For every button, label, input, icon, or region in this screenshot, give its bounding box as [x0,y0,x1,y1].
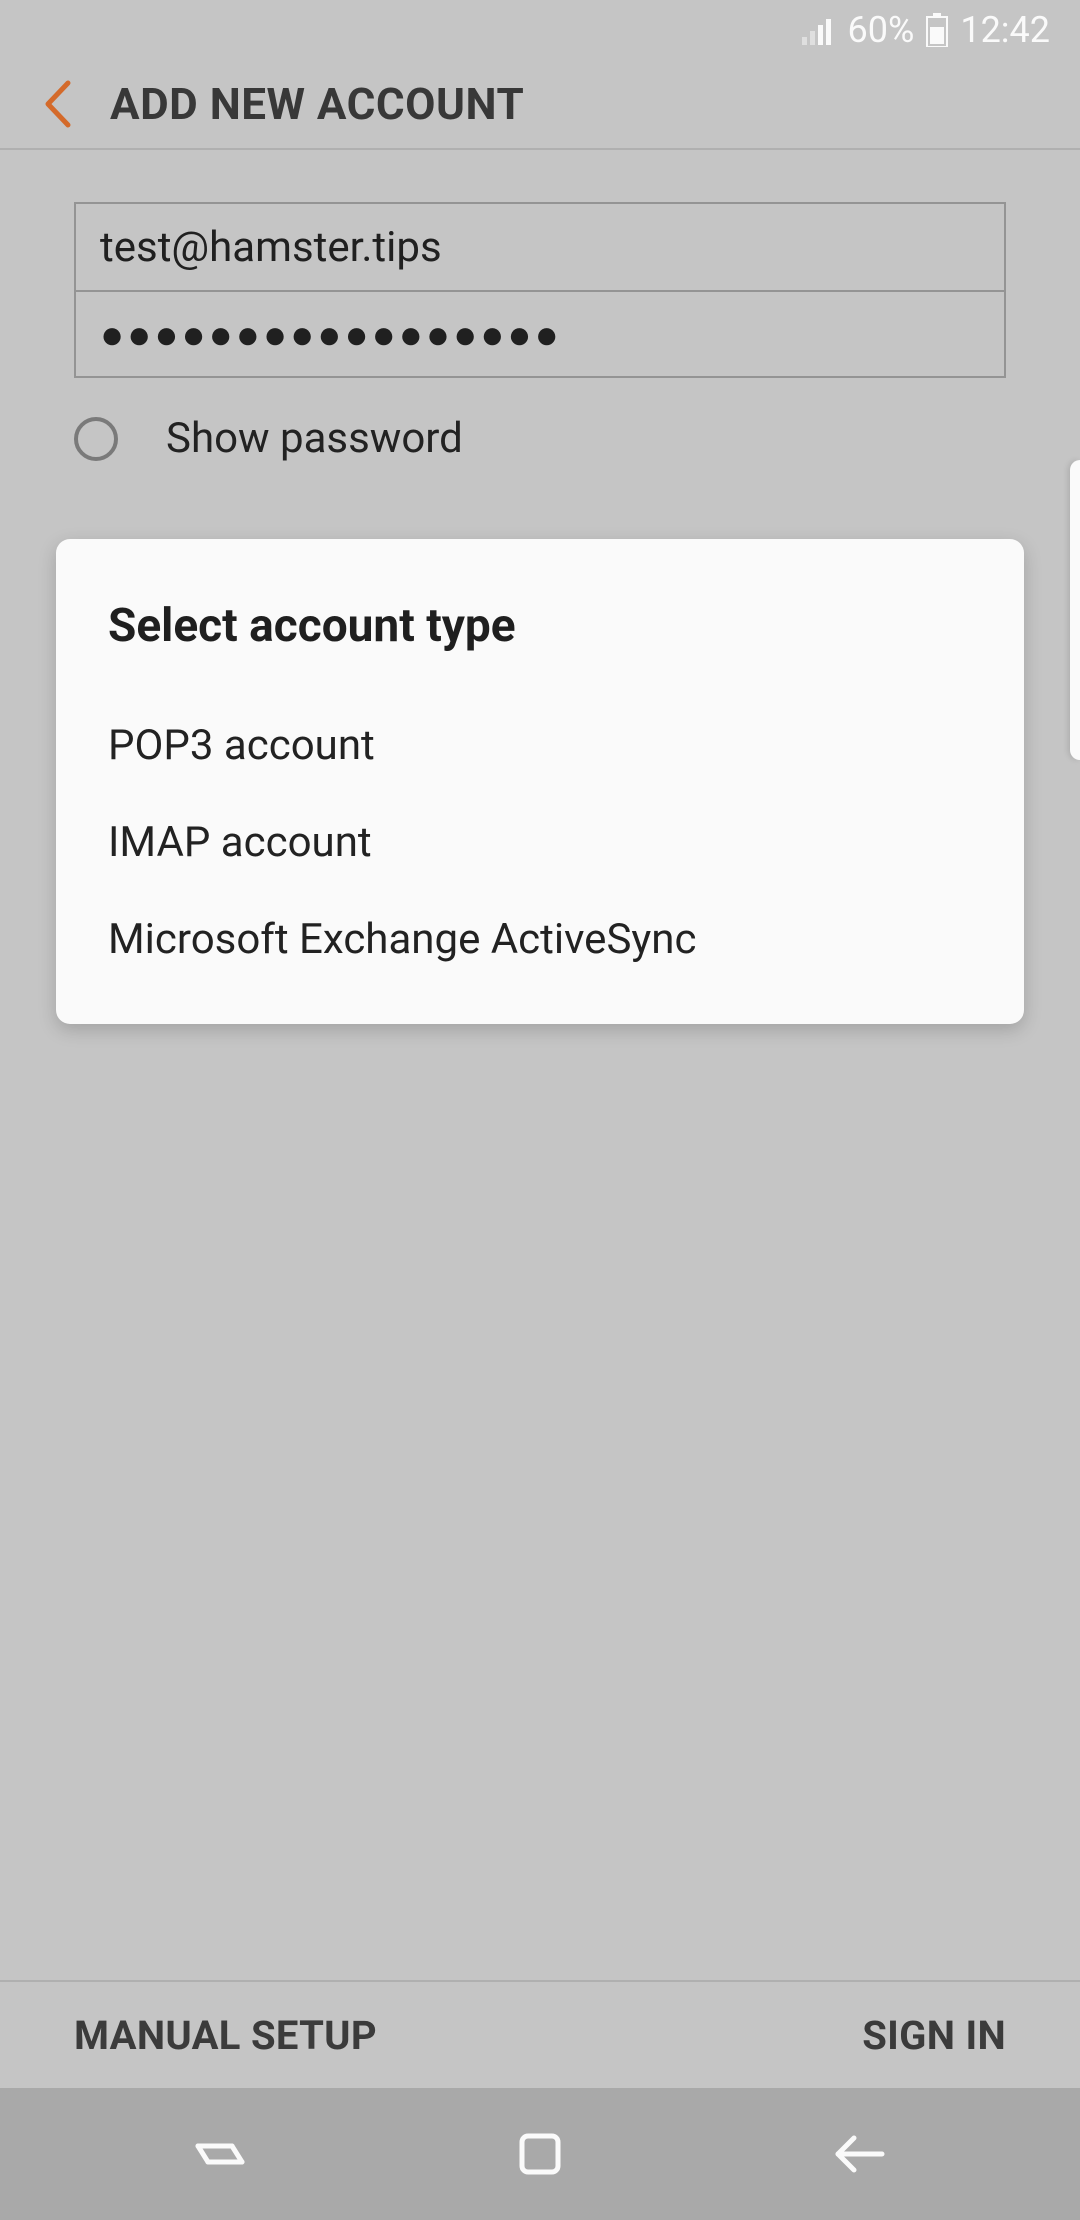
scroll-indicator[interactable] [1070,460,1080,760]
password-field[interactable]: ●●●●●●●●●●●●●●●●● [76,290,1004,376]
option-exchange[interactable]: Microsoft Exchange ActiveSync [108,891,972,988]
option-imap[interactable]: IMAP account [108,794,972,891]
main-content: test@hamster.tips ●●●●●●●●●●●●●●●●● Show… [0,150,1080,1024]
email-field[interactable]: test@hamster.tips [76,204,1004,290]
option-pop3[interactable]: POP3 account [108,697,972,794]
email-value: test@hamster.tips [100,223,442,272]
bottom-action-bar: MANUAL SETUP SIGN IN [0,1980,1080,2088]
recents-icon[interactable] [150,2134,290,2174]
back-nav-icon[interactable] [790,2134,930,2174]
credentials-box: test@hamster.tips ●●●●●●●●●●●●●●●●● [74,202,1006,378]
home-icon[interactable] [470,2130,610,2178]
system-nav-bar [0,2088,1080,2220]
signal-icon [802,15,836,45]
password-value: ●●●●●●●●●●●●●●●●● [100,311,562,358]
page-title: ADD NEW ACCOUNT [110,78,524,130]
manual-setup-button[interactable]: MANUAL SETUP [74,2012,377,2059]
battery-icon [926,13,948,47]
show-password-label: Show password [166,414,463,463]
status-bar: 60% 12:42 [0,0,1080,60]
dialog-title: Select account type [108,599,972,653]
back-icon[interactable] [40,79,74,129]
header: ADD NEW ACCOUNT [0,60,1080,150]
battery-percent: 60% [848,9,915,51]
sign-in-button[interactable]: SIGN IN [862,2012,1006,2059]
show-password-row[interactable]: Show password [74,414,1006,463]
account-type-dialog: Select account type POP3 account IMAP ac… [56,539,1024,1024]
status-time: 12:42 [960,9,1050,51]
show-password-checkbox[interactable] [74,417,118,461]
